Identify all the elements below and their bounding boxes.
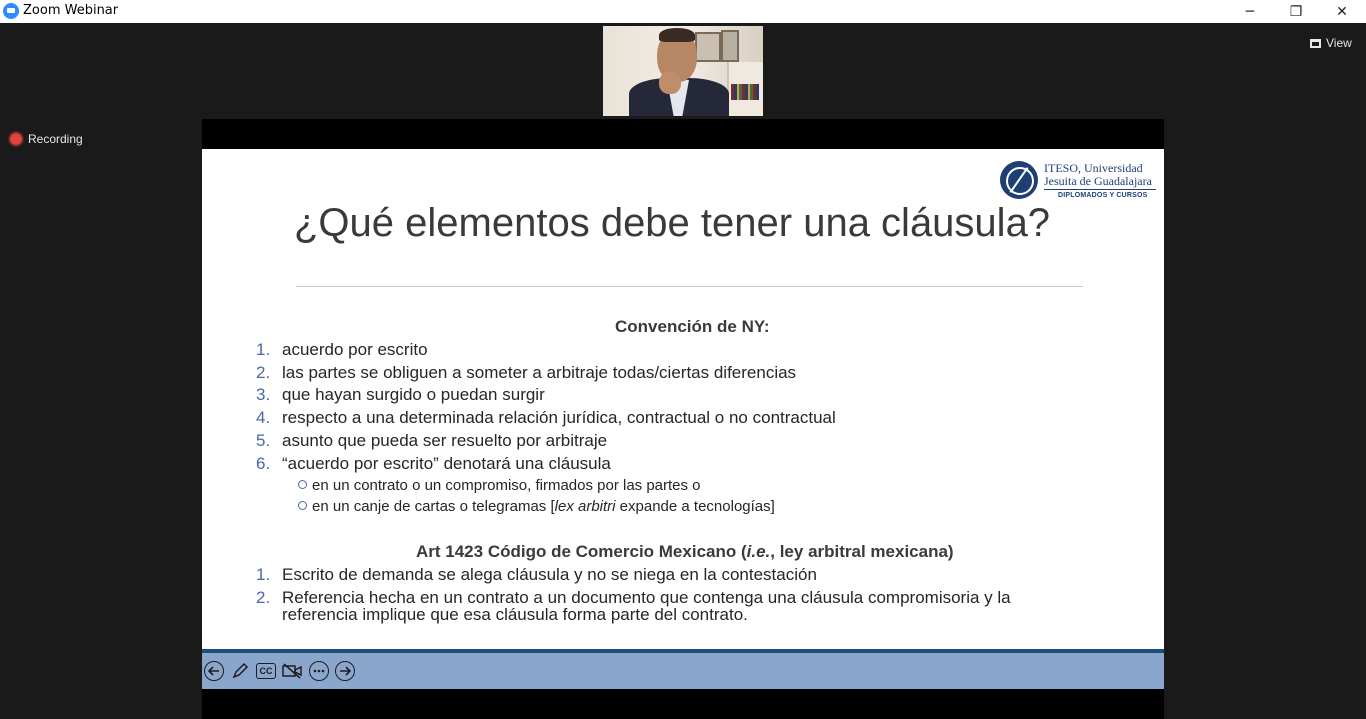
recording-dot-icon [10, 133, 22, 145]
recording-indicator[interactable]: Recording [10, 131, 83, 147]
sub-item-text: en un contrato o un compromiso, firmados… [312, 477, 701, 494]
art-list-item: 2. Referencia hecha en un contrato a un d… [256, 589, 1076, 623]
list-number: 6. [256, 454, 271, 473]
ny-list-item: 4. respecto a una determinada relación ju… [256, 408, 836, 428]
window-title: Zoom Webinar [23, 3, 119, 18]
ny-convention-heading: Convención de NY: [615, 317, 770, 336]
hollow-bullet-icon [298, 480, 307, 489]
list-number: 2. [256, 363, 271, 382]
recording-label: Recording [28, 132, 83, 146]
speaker-hair [659, 28, 695, 42]
list-text: las partes se obliguen a someter a arbit… [282, 363, 797, 382]
shared-screen: ITESO, Universidad Jesuita de Guadalajar… [202, 119, 1164, 719]
slide-title: ¿Qué elementos debe tener una cláusula? [294, 201, 1051, 245]
webinar-stage: View Recording ITESO, Universidad Jesuit… [0, 23, 1366, 719]
list-number: 3. [256, 385, 271, 404]
list-number: 2. [256, 588, 271, 607]
sub-item-text-after: expande a tecnologías] [615, 498, 775, 515]
speaker-video-thumbnail[interactable] [603, 26, 763, 116]
captions-icon[interactable]: CC [256, 663, 276, 679]
logo-line-2: Jesuita de Guadalajara [1044, 174, 1152, 188]
art-heading-italic: i.e. [746, 542, 771, 561]
restore-button[interactable]: ❐ [1273, 0, 1319, 23]
list-number: 5. [256, 431, 271, 450]
list-text: acuerdo por escrito [282, 340, 428, 359]
ny-list-item: 5. asunto que pueda ser resuelto por arbi… [256, 431, 607, 451]
ny-list-item: 1. acuerdo por escrito [256, 340, 428, 360]
list-text: asunto que pueda ser resuelto por arbitr… [282, 431, 608, 450]
window-titlebar: Zoom Webinar ─ ❐ ✕ [0, 0, 1366, 23]
art-heading-before: Art 1423 Código de Comercio Mexicano ( [416, 542, 747, 561]
zoom-app-icon [3, 3, 19, 19]
presentation-slide: ITESO, Universidad Jesuita de Guadalajar… [202, 149, 1164, 649]
list-number: 1. [256, 565, 271, 584]
video-wall-frame [721, 30, 739, 62]
next-slide-icon[interactable] [335, 661, 355, 681]
list-text: que hayan surgido o puedan surgir [282, 385, 545, 404]
sub-item-text-before: en un canje de cartas o telegramas [ [312, 498, 555, 515]
close-button[interactable]: ✕ [1319, 0, 1365, 23]
list-text: respecto a una determinada relación jurí… [282, 408, 836, 427]
art-list-item: 1. Escrito de demanda se alega cláusula y… [256, 565, 817, 585]
view-grid-icon [1310, 38, 1321, 48]
speaker-hand [659, 72, 681, 94]
list-text: Referencia hecha en un contrato a un doc… [282, 588, 1011, 624]
video-books [731, 84, 759, 100]
ny-list-item: 3. que hayan surgido o puedan surgir [256, 385, 545, 405]
ny-list-item: 2. las partes se obliguen a someter a arb… [256, 363, 796, 383]
art-heading-after: , ley arbitral mexicana) [770, 542, 954, 561]
list-text: Escrito de demanda se alega cláusula y n… [282, 565, 817, 584]
iteso-logo: ITESO, Universidad Jesuita de Guadalajar… [1000, 159, 1160, 203]
sub-item-text-italic: lex arbitri [554, 498, 616, 515]
list-number: 1. [256, 340, 271, 359]
hollow-bullet-icon [298, 501, 307, 510]
view-button[interactable]: View [1304, 33, 1358, 53]
ny-sub-item: en un contrato o un compromiso, firmados… [298, 477, 701, 495]
more-options-icon[interactable] [309, 661, 329, 681]
previous-slide-icon[interactable] [204, 661, 224, 681]
slideshow-toolbar: CC [202, 653, 1164, 689]
pen-icon[interactable] [230, 661, 250, 681]
ny-list-item: 6. “acuerdo por escrito” denotará una clá… [256, 454, 611, 474]
art-1423-heading: Art 1423 Código de Comercio Mexicano (i.… [416, 542, 954, 562]
camera-icon[interactable] [282, 661, 302, 681]
video-wall-frame [695, 32, 721, 62]
ny-sub-item: en un canje de cartas o telegramas [lex … [298, 498, 775, 516]
view-button-label: View [1326, 36, 1352, 50]
title-divider [296, 286, 1083, 287]
list-text: “acuerdo por escrito” denotará una cláus… [282, 454, 611, 473]
minimize-button[interactable]: ─ [1227, 0, 1273, 23]
iteso-logo-emblem-icon [1000, 161, 1038, 199]
logo-subtitle: DIPLOMADOS Y CURSOS [1058, 192, 1148, 199]
list-number: 4. [256, 408, 271, 427]
logo-divider [1044, 189, 1156, 190]
